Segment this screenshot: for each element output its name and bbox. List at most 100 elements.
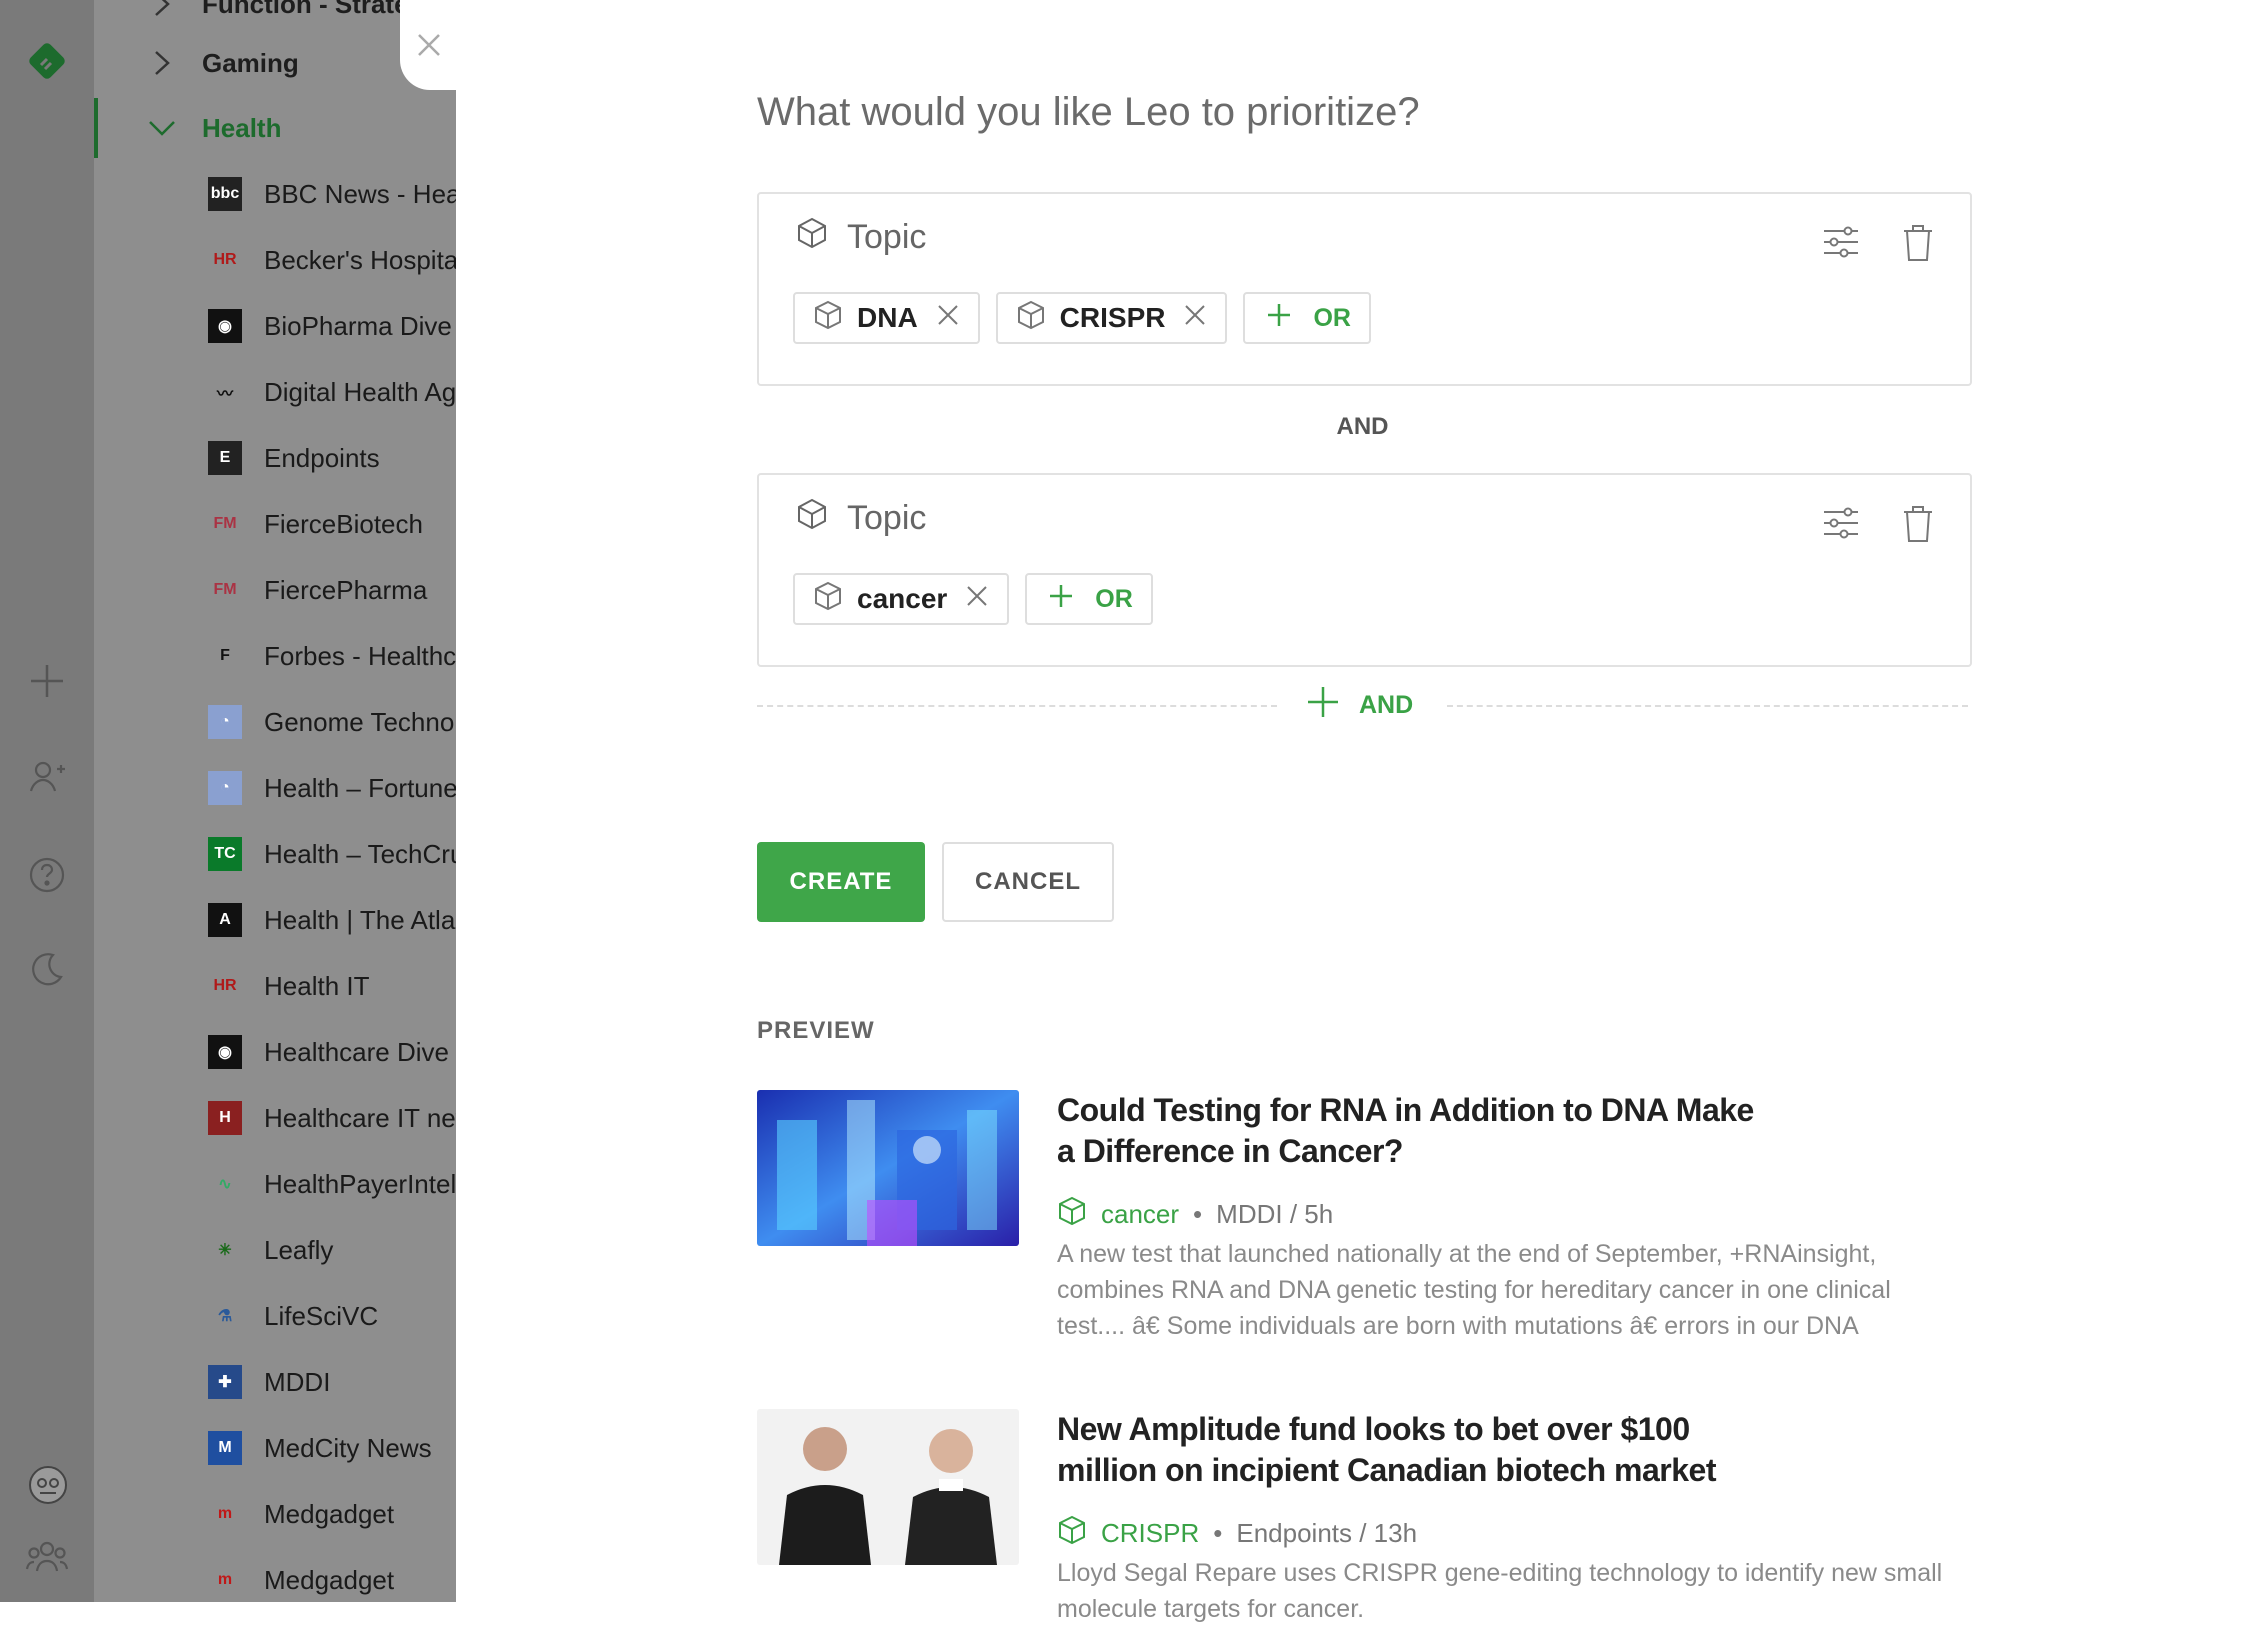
sidebar-feed-item[interactable]: m Medgadget <box>94 1550 456 1602</box>
feed-label: Medgadget <box>264 1498 395 1529</box>
leo-avatar-icon[interactable] <box>24 1462 70 1508</box>
flask-favicon-icon: ⚗ <box>217 1308 233 1325</box>
feedly-logo-icon[interactable] <box>24 38 70 84</box>
dive-favicon-icon: ◉ <box>208 1035 242 1069</box>
sidebar-feed-item[interactable]: HR Health IT <box>94 956 456 1016</box>
sidebar-feed-item[interactable]: ◉ Healthcare Dive <box>94 1022 456 1082</box>
remove-chip-icon[interactable] <box>936 302 960 334</box>
feeds-sidebar: Function - Strategy Gaming Health bbc BBC… <box>94 0 456 1602</box>
add-icon[interactable] <box>24 658 70 704</box>
sidebar-feed-item[interactable]: ◉ BioPharma Dive <box>94 296 456 356</box>
chevron-right-icon <box>142 48 182 78</box>
sidebar-feed-item[interactable]: FM FierceBiotech <box>94 494 456 554</box>
filter-settings-icon[interactable] <box>1822 505 1860 548</box>
add-person-icon[interactable] <box>24 754 70 800</box>
cube-icon <box>1057 1515 1087 1552</box>
add-or-button[interactable]: OR <box>1243 292 1371 344</box>
sidebar-feed-item[interactable]: ◔ Genome Technology <box>94 692 456 752</box>
remove-chip-icon[interactable] <box>1183 302 1207 334</box>
add-and-row: AND <box>757 686 1968 726</box>
sidebar-feed-item[interactable]: 〰 Digital Health Age <box>94 362 456 422</box>
wifi-favicon-icon: 〰 <box>216 386 233 403</box>
sidebar-feed-item[interactable]: bbc BBC News - Health <box>94 164 456 224</box>
article-topic[interactable]: cancer <box>1101 1199 1179 1230</box>
rss-favicon-icon: ◔ <box>208 705 242 739</box>
dashed-divider <box>1447 705 1968 707</box>
cube-icon <box>1016 300 1046 337</box>
sidebar-feed-item[interactable]: ✳ Leafly <box>94 1220 456 1280</box>
feed-label: MDDI <box>264 1366 331 1397</box>
article-summary: Lloyd Segal Repare uses CRISPR gene-edit… <box>1057 1559 1943 1623</box>
sidebar-feed-item[interactable]: A Health | The Atlantic <box>94 890 456 950</box>
sidebar-feed-item[interactable]: ∿ HealthPayerIntelligence <box>94 1154 456 1214</box>
feed-label: Digital Health Age <box>264 376 456 407</box>
meta-dot: • <box>1193 1199 1203 1229</box>
feed-label: HealthPayerIntelligence <box>264 1168 456 1199</box>
feed-label: Health IT <box>264 970 370 1001</box>
close-button[interactable] <box>400 0 458 90</box>
chevron-right-icon <box>142 0 182 19</box>
cube-icon <box>813 300 843 337</box>
m-favicon-icon: m <box>217 1505 233 1522</box>
category-health[interactable]: Health <box>94 98 456 158</box>
sidebar-feed-item[interactable]: TC Health – TechCrunch <box>94 824 456 884</box>
preview-heading: PREVIEW <box>757 1017 875 1044</box>
team-icon[interactable] <box>24 1534 70 1580</box>
sidebar-feed-item[interactable]: HR Becker's Hospital Review <box>94 230 456 290</box>
e-favicon-icon: E <box>208 441 242 475</box>
meta-dot: • <box>1213 1518 1223 1548</box>
create-button[interactable]: CREATE <box>757 842 925 922</box>
article-title[interactable]: New Amplitude fund looks to bet over $10… <box>1057 1409 1757 1491</box>
hr-favicon-icon: HR <box>213 977 237 994</box>
sidebar-feed-item[interactable]: E Endpoints <box>94 428 456 488</box>
article-topic[interactable]: CRISPR <box>1101 1518 1199 1549</box>
article-summary: A new test that launched nationally at t… <box>1057 1240 1891 1340</box>
or-label: OR <box>1313 303 1351 332</box>
help-icon[interactable] <box>24 852 70 898</box>
plus-icon <box>1049 584 1073 615</box>
feed-label: MedCity News <box>264 1432 432 1463</box>
article-title[interactable]: Could Testing for RNA in Addition to DNA… <box>1057 1090 1757 1172</box>
group-type-label: Topic <box>847 499 927 537</box>
feed-label: Health | The Atlantic <box>264 904 456 935</box>
grid-favicon-icon: ✚ <box>208 1365 242 1399</box>
cancel-button[interactable]: CANCEL <box>942 842 1114 922</box>
article-source: Endpoints / 13h <box>1236 1518 1418 1548</box>
sidebar-feed-item[interactable]: FM FiercePharma <box>94 560 456 620</box>
add-and-button[interactable]: AND <box>1307 686 1413 725</box>
dive-favicon-icon: ◉ <box>208 309 242 343</box>
sidebar-feed-item[interactable]: M MedCity News <box>94 1418 456 1478</box>
sidebar-feed-item[interactable]: ⚗ LifeSciVC <box>94 1286 456 1346</box>
feed-label: LifeSciVC <box>264 1300 379 1331</box>
feed-label: Healthcare IT news <box>264 1102 456 1133</box>
cube-icon <box>813 581 843 618</box>
chip-label: cancer <box>857 583 948 614</box>
remove-chip-icon[interactable] <box>965 583 989 615</box>
h-favicon-icon: H <box>208 1101 242 1135</box>
chip-label: DNA <box>857 302 918 333</box>
article-source: MDDI / 5h <box>1216 1199 1334 1229</box>
sidebar-feed-item[interactable]: H Healthcare IT news <box>94 1088 456 1148</box>
cube-icon <box>1057 1196 1087 1233</box>
plus-icon <box>1267 303 1291 334</box>
plus-icon <box>1307 686 1339 725</box>
delete-icon[interactable] <box>1902 224 1934 267</box>
a-favicon-icon: A <box>208 903 242 937</box>
dark-mode-icon[interactable] <box>24 946 70 992</box>
rss-favicon-icon: ◔ <box>208 771 242 805</box>
group-type-label: Topic <box>847 218 927 256</box>
group-header: Topic <box>795 216 926 259</box>
feed-label: FierceBiotech <box>264 508 423 539</box>
sidebar-feed-item[interactable]: ◔ Health – Fortune <box>94 758 456 818</box>
sidebar-feed-item[interactable]: m Medgadget <box>94 1484 456 1544</box>
chevron-down-icon <box>142 118 182 138</box>
add-or-button[interactable]: OR <box>1025 573 1153 625</box>
topic-chip-dna: DNA <box>793 292 980 344</box>
feed-label: Forbes - Healthcare <box>264 640 456 671</box>
filter-settings-icon[interactable] <box>1822 224 1860 267</box>
delete-icon[interactable] <box>1902 505 1934 548</box>
sidebar-feed-item[interactable]: ✚ MDDI <box>94 1352 456 1412</box>
feed-label: FiercePharma <box>264 574 428 605</box>
sidebar-feed-item[interactable]: F Forbes - Healthcare <box>94 626 456 686</box>
topic-chip-crispr: CRISPR <box>995 292 1228 344</box>
